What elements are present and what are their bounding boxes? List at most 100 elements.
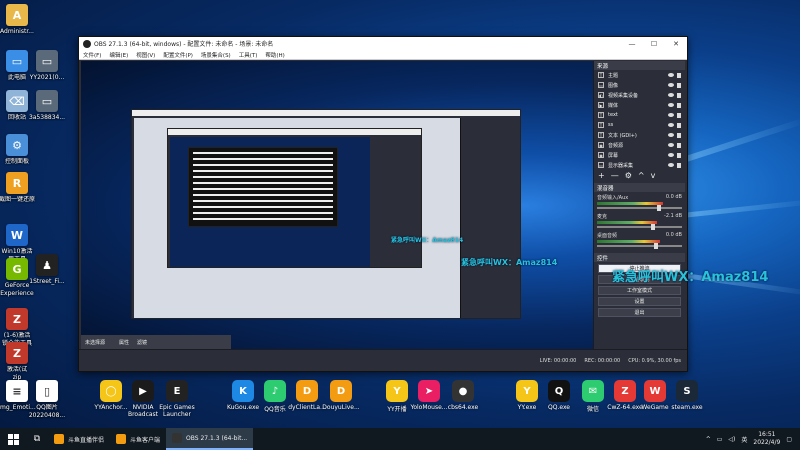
- desktop-icon-label: QQ.exe: [548, 404, 570, 411]
- taskbar-item[interactable]: 斗鱼客户端: [110, 428, 166, 450]
- visibility-icon[interactable]: [668, 83, 674, 87]
- desktop-icon[interactable]: DdyClientLa...: [288, 380, 326, 411]
- lock-icon[interactable]: [677, 72, 681, 78]
- desktop-icon-image: ▯: [36, 380, 58, 402]
- visibility-icon[interactable]: [668, 133, 674, 137]
- volume-slider[interactable]: [597, 205, 682, 211]
- visibility-icon[interactable]: [668, 93, 674, 97]
- desktop-icon[interactable]: ➤ YoloMouse...: [410, 380, 448, 411]
- desktop-icon[interactable]: E Epic Games Launcher: [158, 380, 196, 418]
- overlay-text-medium: 紧急呼叫WX：Amaz814: [461, 258, 558, 267]
- obs-window[interactable]: OBS 27.1.3 (64-bit, windows) - 配置文件: 未命名…: [78, 36, 688, 372]
- source-item[interactable]: T 文本 (GDI+): [594, 130, 685, 140]
- mixer-channel: 麦克 -2.1 dB: [594, 211, 685, 230]
- desktop-icon[interactable]: R 截图一键还原: [0, 172, 38, 204]
- control-button[interactable]: 工作室模式: [598, 286, 681, 295]
- menu-item[interactable]: 帮助(H): [265, 51, 284, 59]
- desktop-icon-label: DouyuLive...: [322, 404, 360, 411]
- menu-item[interactable]: 编辑(E): [109, 51, 128, 59]
- source-label: 主题: [608, 72, 619, 79]
- volume-slider-knob[interactable]: [656, 205, 661, 211]
- filters-button[interactable]: 滤镜: [137, 339, 147, 346]
- visibility-icon[interactable]: [668, 123, 674, 127]
- source-item[interactable]: ▭ 显示器采集: [594, 160, 685, 170]
- tray-arrow-icon[interactable]: ^: [706, 436, 711, 443]
- start-button[interactable]: [0, 428, 26, 450]
- visibility-icon[interactable]: [668, 73, 674, 77]
- obs-titlebar[interactable]: OBS 27.1.3 (64-bit, windows) - 配置文件: 未命名…: [79, 37, 687, 50]
- lock-icon[interactable]: [677, 122, 681, 128]
- control-button[interactable]: 退出: [598, 308, 681, 317]
- lock-icon[interactable]: [677, 102, 681, 108]
- menu-item[interactable]: 文件(F): [83, 51, 101, 59]
- menu-item[interactable]: 视图(V): [136, 51, 155, 59]
- visibility-icon[interactable]: [668, 143, 674, 147]
- source-type-icon: T: [598, 112, 604, 118]
- maximize-button[interactable]: ☐: [643, 37, 665, 50]
- mixer-channel-header: 麦克 -2.1 dB: [597, 213, 682, 220]
- source-item[interactable]: Tss: [594, 120, 685, 130]
- source-item[interactable]: ◉ 屏幕: [594, 150, 685, 160]
- lock-icon[interactable]: [677, 132, 681, 138]
- desktop-icon[interactable]: ♟ 1Street_Fi...: [26, 254, 68, 286]
- lock-icon[interactable]: [677, 112, 681, 118]
- lock-icon[interactable]: [677, 152, 681, 158]
- notification-icon[interactable]: ▢: [786, 436, 792, 443]
- clock[interactable]: 16:51 2022/4/9: [753, 431, 780, 447]
- desktop-icon[interactable]: D DouyuLive...: [322, 380, 360, 411]
- obs-preview[interactable]: 紧急呼叫WX：Amaz814 紧急呼叫WX：Amaz814: [81, 61, 671, 351]
- source-item[interactable]: ◉ 音频源: [594, 140, 685, 150]
- visibility-icon[interactable]: [668, 163, 674, 167]
- desktop-icon[interactable]: ▭ YY2021(0...: [26, 50, 68, 82]
- visibility-icon[interactable]: [668, 103, 674, 107]
- control-button[interactable]: 设置: [598, 297, 681, 306]
- menu-item[interactable]: 工具(T): [239, 51, 258, 59]
- source-type-icon: T: [598, 72, 604, 78]
- lock-icon[interactable]: [677, 162, 681, 168]
- desktop-icon[interactable]: Z 激活(试 zip: [0, 342, 38, 382]
- close-button[interactable]: ✕: [665, 37, 687, 50]
- source-type-icon: ◉: [598, 142, 604, 148]
- source-item[interactable]: ▭ 图像: [594, 80, 685, 90]
- desktop-icon-image: Z: [6, 342, 28, 364]
- taskview-button[interactable]: ⧉: [26, 428, 48, 450]
- desktop-icon[interactable]: ⚙ 控制面板: [0, 134, 38, 166]
- visibility-icon[interactable]: [668, 153, 674, 157]
- audio-meter: [597, 240, 660, 243]
- volume-slider-knob[interactable]: [653, 243, 658, 249]
- ime-icon[interactable]: 英: [741, 435, 747, 444]
- source-tool-button[interactable]: +: [598, 171, 605, 180]
- minimize-button[interactable]: —: [621, 37, 643, 50]
- volume-icon[interactable]: ◁): [728, 436, 735, 443]
- visibility-icon[interactable]: [668, 113, 674, 117]
- lock-icon[interactable]: [677, 82, 681, 88]
- taskbar-item[interactable]: OBS 27.1.3 (64-bit...: [166, 428, 254, 450]
- volume-slider[interactable]: [597, 224, 682, 230]
- menu-item[interactable]: 配置文件(P): [163, 51, 193, 59]
- desktop-icon[interactable]: ▭ 3a538834...: [26, 90, 68, 122]
- properties-button[interactable]: 属性: [119, 339, 129, 346]
- network-icon[interactable]: ▭: [717, 436, 723, 443]
- source-tool-button[interactable]: v: [651, 171, 656, 180]
- source-tool-button[interactable]: ⚙: [625, 171, 632, 180]
- source-item[interactable]: ◐ 视频采集设备: [594, 90, 685, 100]
- desktop-icon[interactable]: Ssteam.exe: [668, 380, 706, 411]
- source-tool-button[interactable]: ^: [638, 171, 645, 180]
- volume-slider[interactable]: [597, 243, 682, 249]
- desktop-icon-image: Z: [614, 380, 636, 402]
- lock-icon[interactable]: [677, 142, 681, 148]
- source-item[interactable]: T 主题: [594, 70, 685, 80]
- desktop-icon[interactable]: ▯ QQ图片 20220408...: [26, 380, 68, 420]
- volume-slider-knob[interactable]: [650, 224, 655, 230]
- source-item[interactable]: ▶ 媒体: [594, 100, 685, 110]
- source-item[interactable]: Ttext: [594, 110, 685, 120]
- desktop-icon-image: ▭: [36, 50, 58, 72]
- desktop-icon[interactable]: ● cbs64.exe: [444, 380, 482, 411]
- lock-icon[interactable]: [677, 92, 681, 98]
- desktop-icon[interactable]: A Administr...: [0, 4, 38, 36]
- taskbar-item[interactable]: 斗鱼直播伴侣: [48, 428, 110, 450]
- menu-item[interactable]: 场景集合(S): [201, 51, 231, 59]
- source-tool-button[interactable]: —: [611, 171, 619, 180]
- desktop-icon[interactable]: ▶ NVIDIA Broadcast: [124, 380, 162, 418]
- desktop-icon[interactable]: Q QQ.exe: [540, 380, 578, 411]
